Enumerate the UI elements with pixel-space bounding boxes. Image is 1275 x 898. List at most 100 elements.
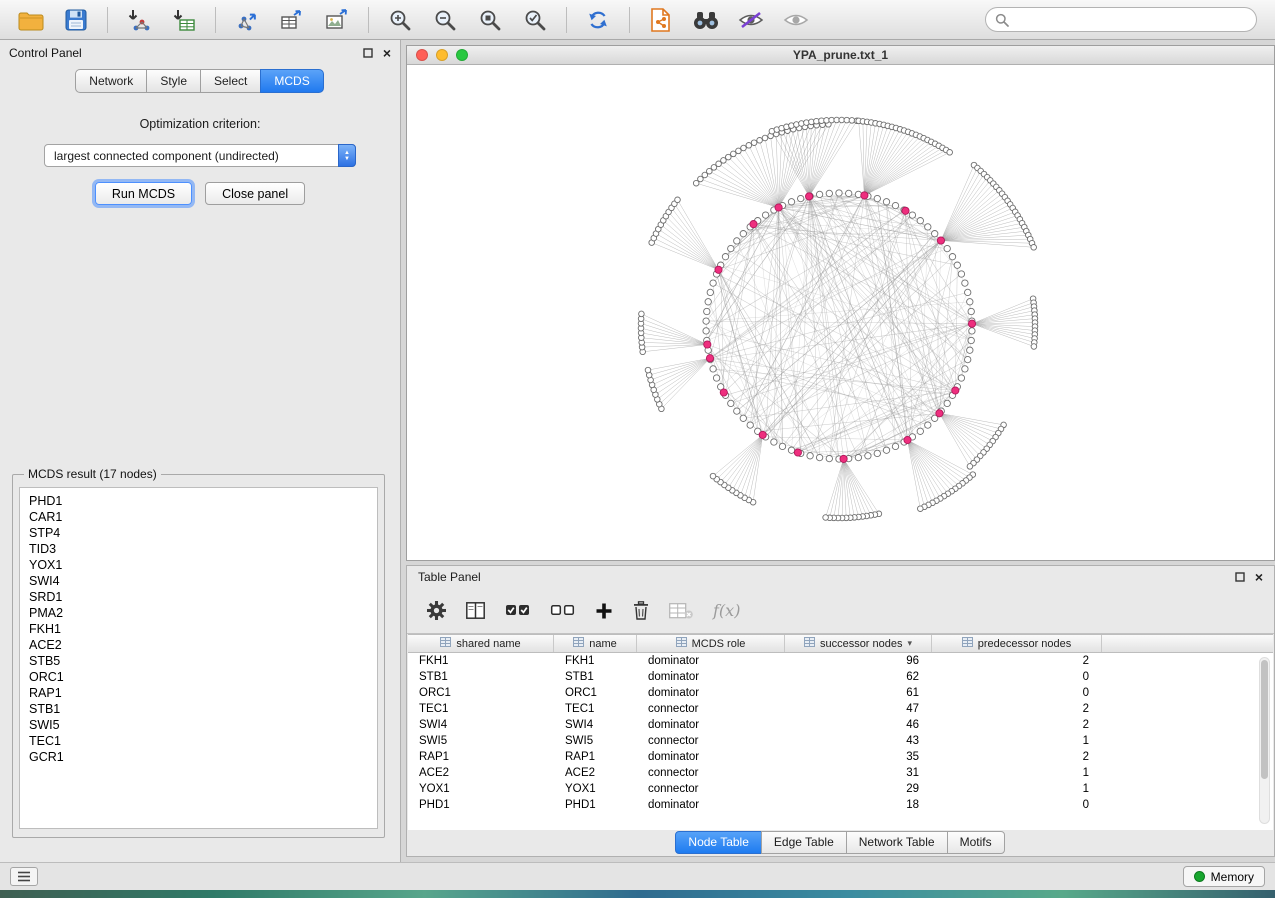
function-builder-button[interactable]: f(x)	[713, 601, 740, 620]
zoom-out-button[interactable]	[424, 4, 466, 36]
clear-table-button[interactable]	[669, 603, 693, 619]
zoom-fit-button[interactable]	[469, 4, 511, 36]
table-row[interactable]: ORC1ORC1dominator610	[408, 685, 1273, 701]
refresh-layout-button[interactable]	[577, 4, 619, 36]
table-cell: 1	[932, 767, 1102, 779]
network-canvas[interactable]	[407, 65, 1274, 560]
save-session-button[interactable]	[55, 4, 97, 36]
show-columns-button[interactable]	[466, 602, 485, 619]
import-table-button[interactable]	[163, 4, 205, 36]
export-image-icon	[325, 8, 349, 32]
column-header-successor-nodes[interactable]: successor nodes▾	[785, 635, 932, 652]
result-item[interactable]: PMA2	[29, 605, 368, 621]
export-network-button[interactable]	[226, 4, 268, 36]
hide-selected-button[interactable]	[730, 4, 772, 36]
table-cell: 62	[785, 671, 932, 683]
tab-node-table[interactable]: Node Table	[675, 831, 762, 854]
search-box[interactable]	[985, 7, 1257, 32]
table-row[interactable]: STB1STB1dominator620	[408, 669, 1273, 685]
run-mcds-button[interactable]: Run MCDS	[95, 182, 192, 205]
open-session-button[interactable]	[10, 4, 52, 36]
result-item[interactable]: TID3	[29, 541, 368, 557]
result-item[interactable]: STB1	[29, 701, 368, 717]
table-row[interactable]: TEC1TEC1connector472	[408, 701, 1273, 717]
table-clear-icon	[669, 603, 693, 619]
show-all-button[interactable]	[775, 4, 817, 36]
table-settings-button[interactable]	[427, 601, 446, 620]
close-panel-button[interactable]: Close panel	[205, 182, 305, 205]
table-cell: 2	[932, 719, 1102, 731]
column-header-MCDS-role[interactable]: MCDS role	[637, 635, 785, 652]
select-all-button[interactable]	[505, 603, 530, 618]
table-cell: connector	[637, 767, 785, 779]
close-window-icon[interactable]	[416, 49, 428, 61]
float-window-icon[interactable]	[363, 48, 373, 58]
table-row[interactable]: SWI5SWI5connector431	[408, 733, 1273, 749]
result-item[interactable]: SWI4	[29, 573, 368, 589]
search-input[interactable]	[1014, 13, 1247, 27]
open-folder-icon	[18, 9, 44, 31]
delete-column-button[interactable]	[633, 601, 649, 620]
tab-network-table[interactable]: Network Table	[846, 831, 948, 854]
table-cell: ORC1	[408, 687, 554, 699]
deselect-all-button[interactable]	[550, 603, 575, 618]
result-item[interactable]: STB5	[29, 653, 368, 669]
result-item[interactable]: GCR1	[29, 749, 368, 765]
panel-menu-button[interactable]	[10, 867, 38, 886]
result-item[interactable]: CAR1	[29, 509, 368, 525]
result-item[interactable]: SWI5	[29, 717, 368, 733]
export-table-button[interactable]	[271, 4, 313, 36]
import-network-button[interactable]	[118, 4, 160, 36]
tab-mcds[interactable]: MCDS	[260, 69, 323, 93]
result-item[interactable]: STP4	[29, 525, 368, 541]
table-cell: YOX1	[554, 783, 637, 795]
network-window-titlebar[interactable]: YPA_prune.txt_1	[407, 46, 1274, 65]
result-item[interactable]: TEC1	[29, 733, 368, 749]
table-cell: 18	[785, 799, 932, 811]
clone-network-button[interactable]	[640, 4, 682, 36]
maximize-window-icon[interactable]	[456, 49, 468, 61]
export-image-button[interactable]	[316, 4, 358, 36]
optimization-dropdown[interactable]: largest connected component (undirected)…	[44, 144, 356, 167]
close-panel-icon[interactable]: ×	[1255, 571, 1263, 583]
table-row[interactable]: SWI4SWI4dominator462	[408, 717, 1273, 733]
result-item[interactable]: PHD1	[29, 493, 368, 509]
search-icon	[995, 13, 1009, 27]
table-cell: 1	[932, 783, 1102, 795]
result-item[interactable]: RAP1	[29, 685, 368, 701]
close-panel-icon[interactable]: ×	[383, 47, 391, 59]
tab-motifs[interactable]: Motifs	[947, 831, 1005, 854]
result-item[interactable]: ACE2	[29, 637, 368, 653]
mcds-result-list[interactable]: PHD1CAR1STP4TID3YOX1SWI4SRD1PMA2FKH1ACE2…	[19, 487, 378, 829]
zoom-selected-icon	[523, 8, 547, 32]
tab-style[interactable]: Style	[146, 69, 201, 93]
table-cell: 29	[785, 783, 932, 795]
table-cell: ORC1	[554, 687, 637, 699]
table-row[interactable]: FKH1FKH1dominator962	[408, 653, 1273, 669]
gear-icon	[427, 601, 446, 620]
float-window-icon[interactable]	[1235, 572, 1245, 582]
result-item[interactable]: ORC1	[29, 669, 368, 685]
scrollbar-thumb[interactable]	[1261, 660, 1268, 779]
zoom-in-button[interactable]	[379, 4, 421, 36]
table-row[interactable]: YOX1YOX1connector291	[408, 781, 1273, 797]
tab-network[interactable]: Network	[75, 69, 147, 93]
tab-edge-table[interactable]: Edge Table	[761, 831, 847, 854]
memory-button[interactable]: Memory	[1183, 866, 1265, 887]
result-item[interactable]: FKH1	[29, 621, 368, 637]
result-item[interactable]: SRD1	[29, 589, 368, 605]
table-scrollbar[interactable]	[1259, 657, 1270, 824]
minimize-window-icon[interactable]	[436, 49, 448, 61]
find-button[interactable]	[685, 4, 727, 36]
column-header-predecessor-nodes[interactable]: predecessor nodes	[932, 635, 1102, 652]
table-row[interactable]: RAP1RAP1dominator352	[408, 749, 1273, 765]
zoom-selected-button[interactable]	[514, 4, 556, 36]
result-item[interactable]: YOX1	[29, 557, 368, 573]
add-column-button[interactable]	[595, 602, 613, 620]
table-row[interactable]: ACE2ACE2connector311	[408, 765, 1273, 781]
table-cell: connector	[637, 735, 785, 747]
column-header-name[interactable]: name	[554, 635, 637, 652]
tab-select[interactable]: Select	[200, 69, 261, 93]
table-row[interactable]: PHD1PHD1dominator180	[408, 797, 1273, 813]
column-header-shared-name[interactable]: shared name	[408, 635, 554, 652]
